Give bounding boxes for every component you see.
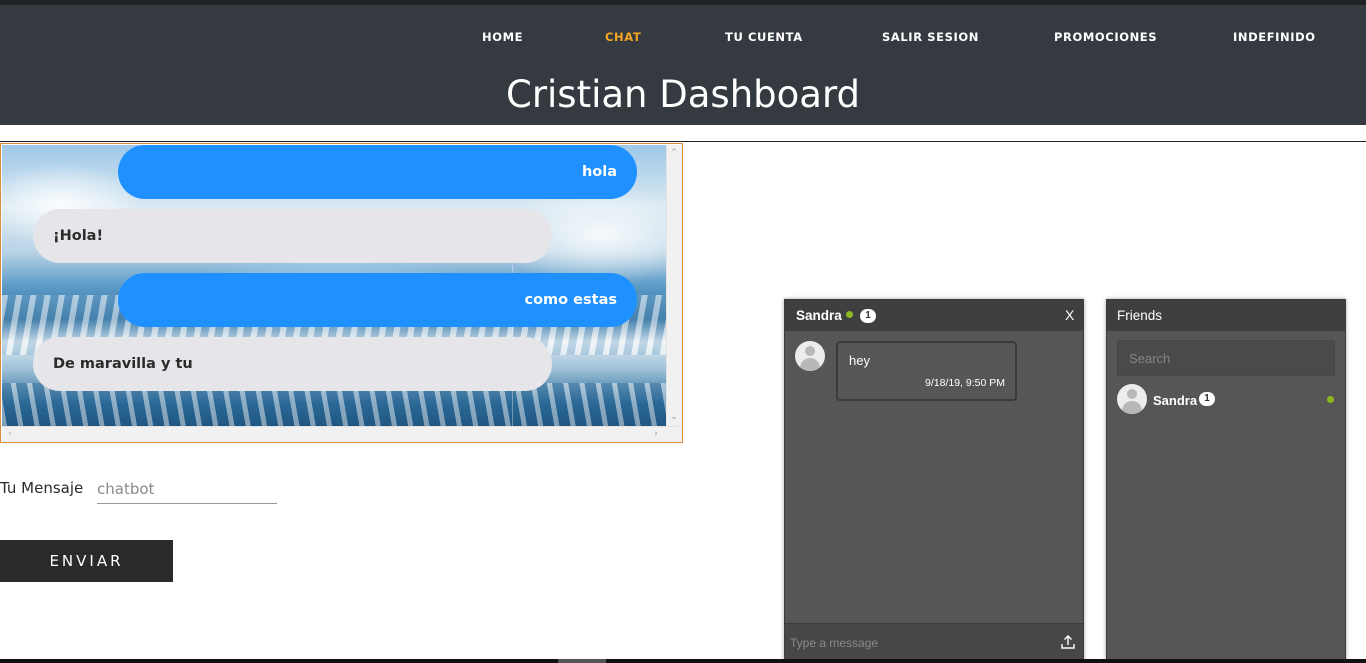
page-root: HOME CHAT TU CUENTA SALIR SESION PROMOCI… [0,0,1366,663]
friends-search-input[interactable] [1117,340,1335,376]
vertical-scrollbar[interactable]: ⌃ ⌄ [666,145,682,426]
page-title: Cristian Dashboard [505,73,860,116]
close-chat-button[interactable]: X [1065,307,1074,323]
scroll-left-icon[interactable]: ‹ [4,428,16,440]
message-text: hola [581,164,617,180]
friends-title: Friends [1117,308,1163,323]
online-status-icon [1327,396,1334,403]
unread-badge: 1 [860,309,876,323]
chat-window-header[interactable]: Sandra 1 X [785,300,1083,331]
nav-promociones[interactable]: PROMOCIONES [1054,30,1157,44]
user-message-bubble: hola [118,145,637,199]
bot-message-bubble: De maravilla y tu [33,337,552,391]
nav-chat[interactable]: CHAT [605,30,641,44]
nav-tu-cuenta[interactable]: TU CUENTA [725,30,803,44]
chat-message-input[interactable] [790,634,1050,652]
contact-name: Sandra [796,308,842,323]
scroll-right-icon[interactable]: › [650,428,662,440]
friends-header[interactable]: Friends [1107,300,1345,331]
site-header: HOME CHAT TU CUENTA SALIR SESION PROMOCI… [0,5,1366,125]
bot-message-bubble: ¡Hola! [33,209,552,263]
bottom-edge [0,659,1366,663]
message-label: Tu Mensaje [0,479,84,497]
user-message-bubble: como estas [118,273,637,327]
chat-background-image: hola ¡Hola! como estas De maravilla y tu [2,145,666,426]
friend-unread-badge: 1 [1199,392,1215,406]
upload-icon[interactable] [1060,634,1076,650]
chat-log[interactable]: hola ¡Hola! como estas De maravilla y tu… [0,143,683,443]
incoming-message: hey 9/18/19, 9:50 PM [836,341,1017,401]
message-timestamp: 9/18/19, 9:50 PM [925,377,1005,389]
chat-window: Sandra 1 X hey 9/18/19, 9:50 PM [784,299,1084,663]
scroll-up-icon[interactable]: ⌃ [668,147,680,159]
avatar-head [805,346,815,356]
avatar [1117,384,1147,414]
incoming-message-text: hey [849,353,870,368]
scroll-down-icon[interactable]: ⌄ [668,411,680,423]
horizontal-scrollbar[interactable]: ‹ › [2,426,682,442]
nav-indefinido[interactable]: INDEFINIDO [1233,30,1316,44]
message-text: ¡Hola! [53,228,104,244]
message-text: De maravilla y tu [53,356,193,372]
bottom-scroll-thumb [558,659,606,663]
avatar [795,341,825,371]
message-text: como estas [524,292,618,308]
chat-window-footer [785,623,1083,662]
friend-name: Sandra [1153,393,1198,408]
header-divider [0,141,1366,142]
nav-home[interactable]: HOME [482,30,523,44]
friends-panel: Friends Sandra 1 [1106,299,1346,663]
online-status-icon [846,311,853,318]
friend-item-sandra[interactable]: Sandra 1 [1107,382,1345,416]
avatar-body [1122,401,1142,414]
avatar-head [1127,389,1137,399]
message-input[interactable] [97,474,277,504]
nav-salir-sesion[interactable]: SALIR SESION [882,30,979,44]
send-button[interactable]: ENVIAR [0,540,173,582]
avatar-body [800,358,820,371]
